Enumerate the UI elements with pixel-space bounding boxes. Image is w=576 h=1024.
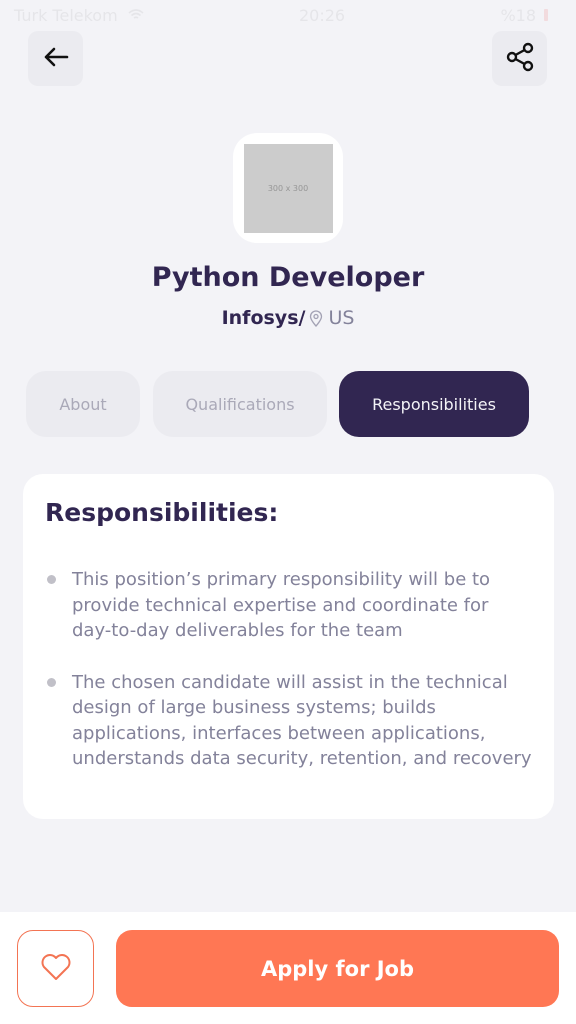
job-title: Python Developer [151, 262, 425, 293]
apply-button[interactable]: Apply for Job [116, 930, 559, 1007]
carrier-label: Turk Telekom [14, 5, 118, 25]
back-button[interactable] [28, 31, 83, 86]
job-details-screen: Turk Telekom 20:26 %18 300 x 300 Python … [0, 0, 576, 1024]
apply-button-label: Apply for Job [260, 956, 415, 981]
job-location: US [328, 307, 355, 329]
tab-qualifications[interactable]: Qualifications [153, 371, 327, 437]
map-pin-icon [309, 309, 323, 327]
arrow-left-icon [43, 46, 69, 72]
responsibilities-heading: Responsibilities: [45, 498, 279, 527]
status-time: 20:26 [299, 5, 346, 25]
responsibilities-card: Responsibilities: This position’s primar… [23, 474, 554, 819]
bullet-icon [47, 677, 56, 687]
logo-placeholder-label: 300 x 300 [267, 183, 309, 193]
list-item-text: The chosen candidate will assist in the … [72, 671, 532, 770]
status-right: %18 [500, 6, 548, 25]
share-icon [506, 42, 534, 76]
tab-label: Qualifications [185, 394, 295, 414]
tab-label: About [59, 394, 107, 414]
logo-placeholder: 300 x 300 [243, 143, 333, 233]
share-button[interactable] [492, 31, 547, 86]
like-button[interactable] [17, 930, 94, 1007]
battery-label: %18 [500, 5, 536, 25]
company-logo: 300 x 300 [233, 133, 343, 243]
battery-icon [544, 9, 548, 21]
heart-icon [40, 953, 72, 985]
tab-about[interactable]: About [26, 371, 140, 437]
status-bar: Turk Telekom 20:26 %18 [0, 0, 576, 30]
company-name: Infosys/ [221, 307, 306, 329]
tab-responsibilities[interactable]: Responsibilities [339, 371, 529, 437]
bullet-icon [47, 575, 56, 584]
list-item: This position’s primary responsibility w… [45, 567, 532, 644]
company-info: Infosys/ US [0, 307, 576, 329]
status-left: Turk Telekom [14, 6, 144, 25]
wifi-icon [128, 6, 144, 25]
tab-label: Responsibilities [372, 394, 496, 414]
list-item: The chosen candidate will assist in the … [45, 670, 532, 772]
list-item-text: This position’s primary responsibility w… [72, 569, 491, 641]
